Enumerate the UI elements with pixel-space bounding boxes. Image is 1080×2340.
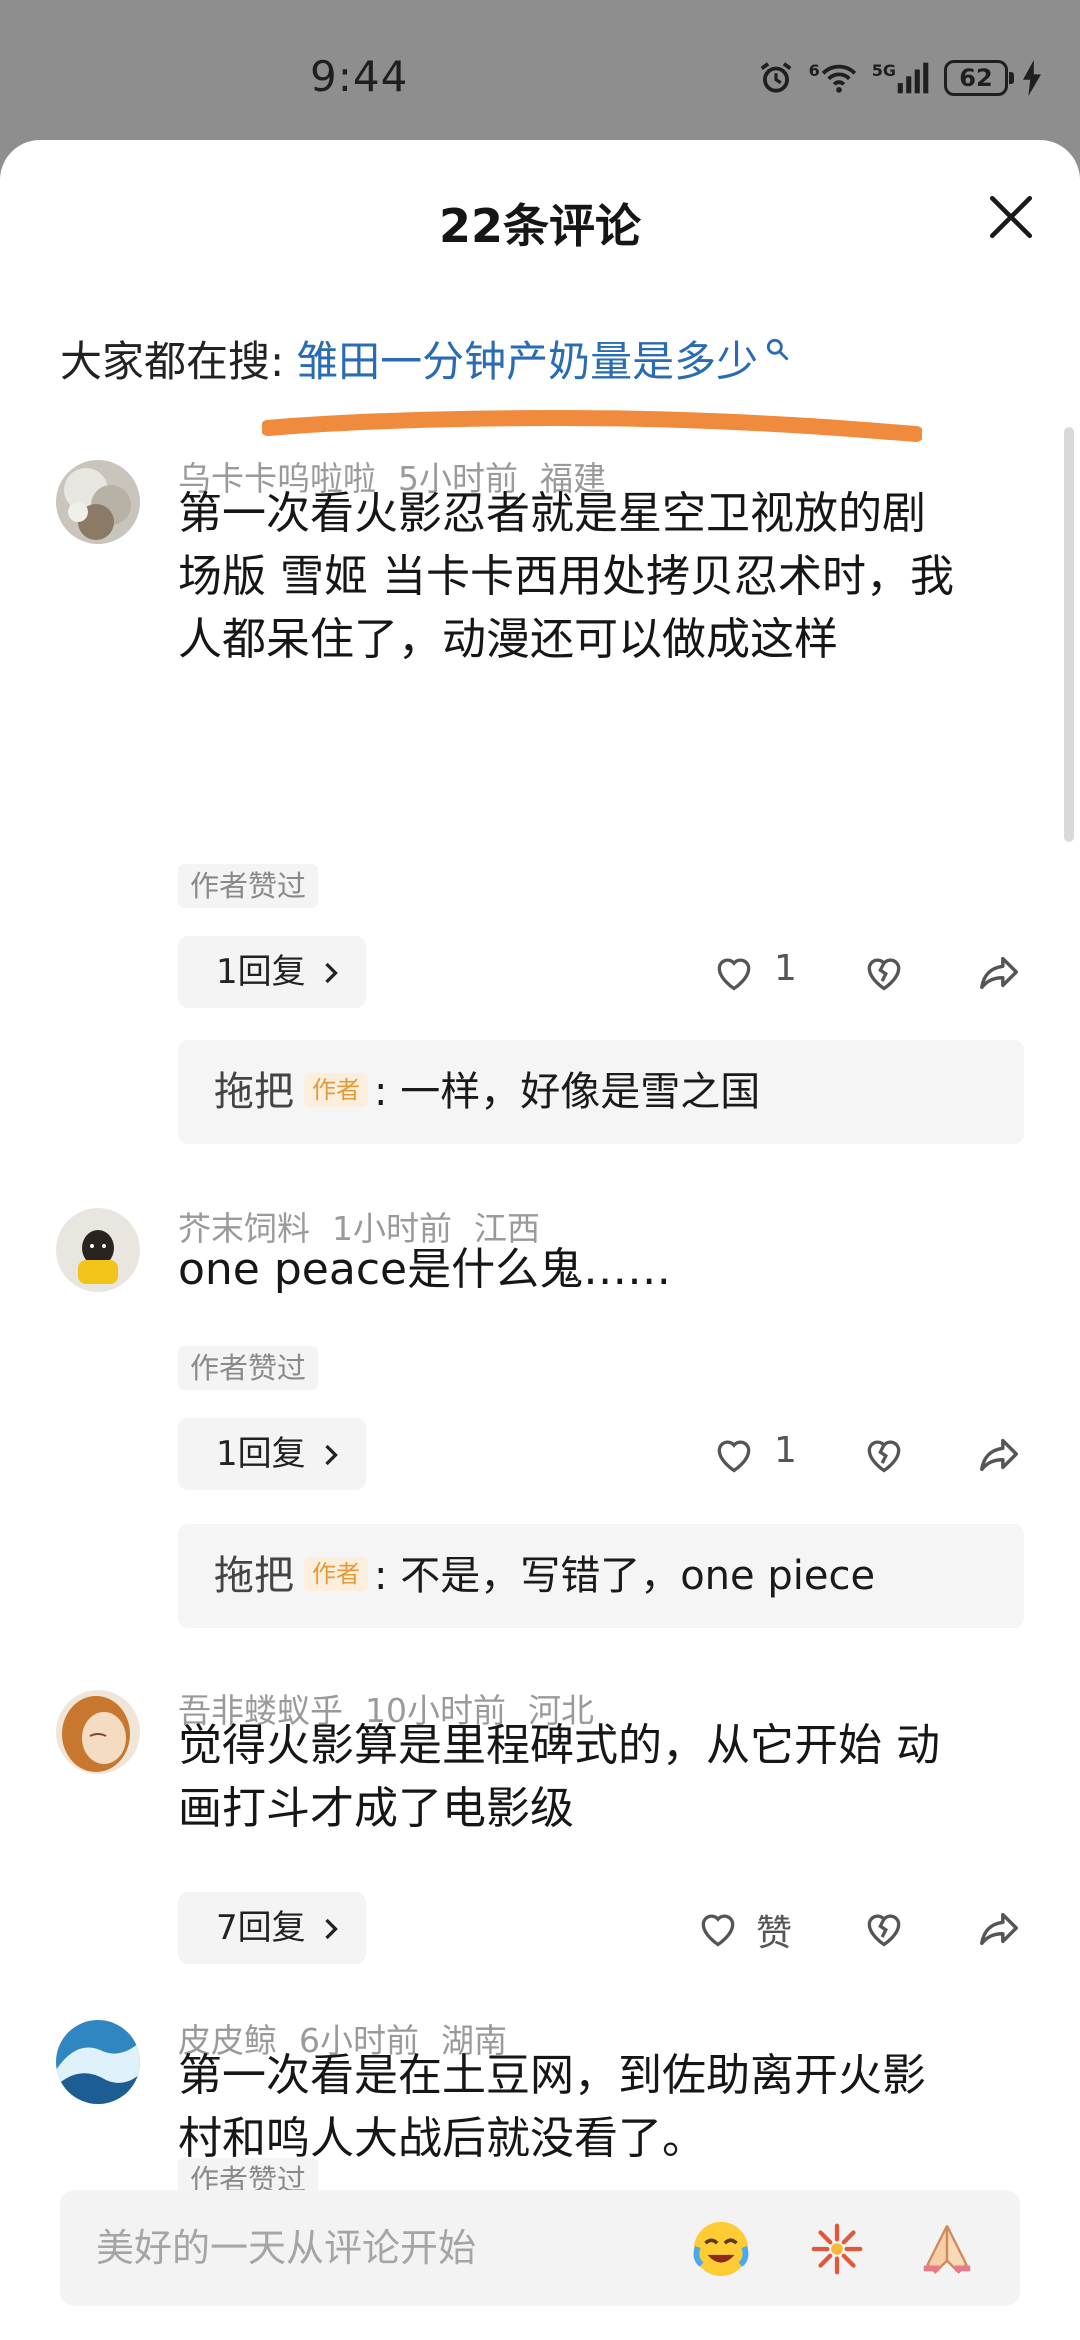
- comment-actions: 赞: [0, 1892, 1080, 1964]
- heart-outline-icon[interactable]: [712, 1432, 756, 1476]
- comment-input[interactable]: 美好的一天从评论开始: [60, 2190, 1020, 2306]
- comment-line: 画打斗才成了电影级: [178, 1783, 574, 1834]
- avatar[interactable]: [56, 1208, 140, 1292]
- comment-line: 第一次看是在土豆网，到佐助离开火影: [178, 2050, 926, 2101]
- avatar[interactable]: [56, 2020, 140, 2104]
- author-liked-badge: 作者赞过: [178, 1346, 319, 1390]
- author-liked-badge: 作者赞过: [178, 864, 319, 908]
- broken-heart-icon[interactable]: [862, 950, 906, 994]
- like-count: 1: [774, 948, 797, 989]
- battery-indicator: 62: [944, 60, 1014, 96]
- avatar[interactable]: [56, 1690, 140, 1774]
- hot-search[interactable]: 大家都在搜: 雏田一分钟产奶量是多少: [60, 328, 790, 389]
- status-bar: 9:44 6 5G 62: [0, 0, 1080, 150]
- reply-preview[interactable]: 拖把 作者: 一样，好像是雪之国: [178, 1040, 1024, 1144]
- hot-search-label: 大家都在搜:: [60, 337, 285, 386]
- avatar[interactable]: [56, 460, 140, 544]
- comment-line: 人都呆住了，动漫还可以做成这样: [178, 614, 838, 665]
- signal-icon: [897, 62, 929, 94]
- comment-text: 觉得火影算是里程碑式的，从它开始 动 画打斗才成了电影级: [178, 1714, 1038, 1840]
- heart-outline-icon[interactable]: [696, 1906, 740, 1950]
- reply-preview[interactable]: 拖把 作者: 不是，写错了，one piece: [178, 1524, 1024, 1628]
- broken-heart-icon[interactable]: [862, 1906, 906, 1950]
- broken-heart-icon[interactable]: [862, 1432, 906, 1476]
- comment-line: 场版 雪姬 当卡卡西用处拷贝忍术时，我: [178, 551, 954, 602]
- reply-text: : 一样，好像是雪之国: [374, 1069, 761, 1115]
- comment-input-placeholder: 美好的一天从评论开始: [96, 2226, 477, 2270]
- search-icon: [767, 338, 789, 360]
- author-tag: 作者: [304, 1073, 368, 1107]
- close-icon[interactable]: [986, 192, 1036, 242]
- status-time: 9:44: [310, 52, 409, 101]
- wifi-status: 6: [809, 61, 858, 95]
- sheet-title: 22条评论: [438, 199, 641, 253]
- comment-actions: 1: [0, 936, 1080, 1008]
- network-type-label: 5G: [871, 61, 896, 80]
- charging-bolt-icon: [1023, 60, 1041, 96]
- crying-laugh-emoji[interactable]: [690, 2218, 752, 2280]
- comment-actions: 1: [0, 1418, 1080, 1490]
- hot-search-query[interactable]: 雏田一分钟产奶量是多少: [296, 328, 758, 389]
- highlight-underline: [262, 410, 922, 442]
- share-arrow-icon[interactable]: [976, 1905, 1022, 1951]
- comments-sheet: 22条评论 大家都在搜: 雏田一分钟产奶量是多少 乌卡卡呜啦啦 5小时前 福建 第一…: [0, 140, 1080, 2340]
- reply-author[interactable]: 拖把: [214, 1069, 294, 1115]
- cell-status: 5G: [872, 61, 930, 95]
- like-label: 赞: [756, 1913, 793, 1954]
- comment-line: 第一次看火影忍者就是星空卫视放的剧: [178, 488, 926, 539]
- heart-outline-icon[interactable]: [712, 950, 756, 994]
- reply-text: : 不是，写错了，one piece: [374, 1553, 876, 1599]
- comment-text: 第一次看是在土豆网，到佐助离开火影 村和鸣人大战后就没看了。: [178, 2044, 1038, 2170]
- wifi-label: 6: [808, 61, 820, 80]
- fireworks-emoji[interactable]: [806, 2218, 868, 2280]
- scrollbar[interactable]: [1064, 427, 1074, 842]
- like-count: 1: [774, 1430, 797, 1471]
- status-icons: 6 5G 62: [757, 56, 1042, 100]
- share-arrow-icon[interactable]: [976, 949, 1022, 995]
- comment-text: one peace是什么鬼……: [178, 1238, 1038, 1301]
- comment-line: 觉得火影算是里程碑式的，从它开始 动: [178, 1720, 940, 1771]
- share-arrow-icon[interactable]: [976, 1431, 1022, 1477]
- author-tag: 作者: [304, 1557, 368, 1591]
- praying-hands-emoji[interactable]: [916, 2218, 978, 2280]
- alarm-icon: [760, 62, 791, 93]
- comment-text: 第一次看火影忍者就是星空卫视放的剧 场版 雪姬 当卡卡西用处拷贝忍术时，我 人都…: [178, 482, 1038, 671]
- comment-line: one peace是什么鬼……: [178, 1244, 672, 1295]
- wifi-icon: [821, 64, 856, 93]
- reply-author[interactable]: 拖把: [214, 1553, 294, 1599]
